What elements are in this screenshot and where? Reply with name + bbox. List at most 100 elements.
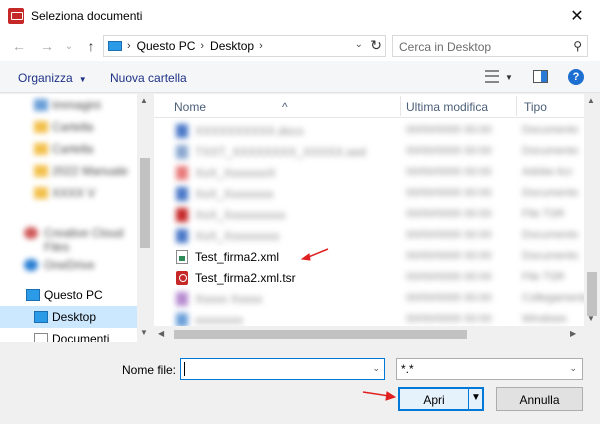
onedrive-icon bbox=[24, 259, 38, 271]
sort-ascending-icon: ^ bbox=[282, 100, 288, 114]
folder-icon bbox=[34, 187, 48, 199]
column-type[interactable]: Tipo bbox=[524, 100, 547, 114]
column-header: ^ Nome Ultima modifica Tipo bbox=[154, 94, 584, 118]
column-divider[interactable] bbox=[516, 96, 517, 116]
file-row-test-firma2-xml-tsr[interactable]: Test_firma2.xml.tsr 00/00/0000 00:00 Fil… bbox=[154, 267, 584, 288]
refresh-icon[interactable]: ↻ bbox=[370, 37, 382, 54]
scrollbar-thumb[interactable] bbox=[174, 330, 467, 339]
file-row[interactable]: XXXXXXXXXX.docx 00/00/0000 00:00 Documen… bbox=[154, 120, 584, 141]
scroll-up-icon[interactable]: ▲ bbox=[140, 96, 148, 105]
file-row[interactable]: XxX_XxxxxxxX 00/00/0000 00:00 Adobe Acr bbox=[154, 162, 584, 183]
preview-pane-icon[interactable] bbox=[533, 70, 548, 83]
scrollbar-thumb[interactable] bbox=[140, 158, 150, 248]
file-icon bbox=[176, 145, 188, 159]
back-arrow-icon[interactable]: ← bbox=[10, 37, 28, 55]
scroll-left-icon[interactable]: ◀ bbox=[158, 329, 164, 338]
chevron-down-icon[interactable]: ⌄ bbox=[372, 363, 380, 374]
file-row[interactable]: Xxxxx Xxxxx 00/00/0000 00:00 Collegament… bbox=[154, 288, 590, 309]
file-row[interactable]: XxX_Xxxxxxxxx 00/00/0000 00:00 Documento bbox=[154, 225, 584, 246]
split-divider bbox=[468, 389, 469, 409]
pdf-icon bbox=[176, 166, 188, 180]
word-document-icon bbox=[176, 124, 188, 138]
up-arrow-icon[interactable]: ↑ bbox=[82, 37, 100, 55]
search-input[interactable]: Cerca in Desktop ⚲ bbox=[392, 35, 588, 57]
filename-label: Nome file: bbox=[122, 363, 177, 377]
navigation-bar: ← → ⌄ ↑ › Questo PC › Desktop › ⌄ ↻ Cerc… bbox=[0, 31, 600, 61]
organize-menu[interactable]: Organizza ▼ bbox=[18, 71, 87, 85]
new-folder-button[interactable]: Nuova cartella bbox=[110, 71, 187, 85]
breadcrumb-separator[interactable]: › bbox=[259, 40, 263, 52]
sidebar-item-folder[interactable]: Cartella bbox=[0, 116, 137, 138]
file-row[interactable]: XxX_Xxxxxxxxxx 00/00/0000 00:00 File TSR bbox=[154, 204, 584, 225]
cancel-button[interactable]: Annulla bbox=[496, 387, 583, 411]
sidebar-item-creative-cloud[interactable]: Creative Cloud Files bbox=[0, 222, 137, 254]
dialog-footer: Nome file: ⌄ *.* ⌄ Apri ▼ Annulla bbox=[0, 342, 600, 424]
text-caret bbox=[184, 362, 185, 376]
forward-arrow-icon[interactable]: → bbox=[38, 37, 56, 55]
sidebar-item-desktop[interactable]: Desktop bbox=[0, 306, 137, 328]
scroll-right-icon[interactable]: ▶ bbox=[570, 329, 576, 338]
desktop-icon bbox=[34, 311, 48, 323]
cloud-icon bbox=[24, 227, 38, 239]
view-options-icon[interactable] bbox=[485, 70, 499, 83]
scroll-down-icon[interactable]: ▼ bbox=[140, 328, 148, 337]
sidebar-item-documenti[interactable]: Documenti bbox=[0, 328, 137, 342]
file-row-test-firma2-xml[interactable]: Test_firma2.xml 00/00/0000 00:00 Documen… bbox=[154, 246, 584, 267]
title-bar: Seleziona documenti ✕ bbox=[0, 0, 600, 31]
word-document-icon bbox=[176, 187, 188, 201]
column-divider[interactable] bbox=[400, 96, 401, 116]
folder-icon bbox=[34, 143, 48, 155]
breadcrumb-separator[interactable]: › bbox=[200, 40, 204, 52]
sidebar-item-folder[interactable]: 2022 Manuale bbox=[0, 160, 137, 182]
file-list-vertical-scrollbar[interactable]: ▲ ▼ bbox=[584, 94, 600, 326]
chevron-down-icon[interactable]: ⌄ bbox=[569, 363, 577, 374]
navigation-pane: Immagini Cartella Cartella 2022 Manuale … bbox=[0, 94, 153, 342]
file-icon bbox=[176, 313, 188, 327]
scrollbar-thumb[interactable] bbox=[587, 272, 597, 316]
scrollbar-corner bbox=[584, 326, 600, 342]
file-list-horizontal-scrollbar[interactable]: ◀ ▶ bbox=[154, 326, 584, 342]
chevron-down-icon: ▼ bbox=[78, 75, 87, 84]
scroll-down-icon[interactable]: ▼ bbox=[587, 314, 595, 323]
tsr-file-icon bbox=[176, 271, 188, 285]
breadcrumb-desktop[interactable]: Desktop bbox=[210, 39, 254, 53]
open-button[interactable]: Apri ▼ bbox=[398, 387, 484, 411]
computer-icon bbox=[26, 289, 40, 301]
help-icon[interactable]: ? bbox=[568, 69, 584, 85]
command-toolbar: Organizza ▼ Nuova cartella ▼ ? bbox=[0, 61, 600, 93]
recent-locations-icon[interactable]: ⌄ bbox=[60, 37, 78, 55]
chevron-down-icon[interactable]: ▼ bbox=[505, 73, 513, 82]
file-row[interactable]: TXXT_XXXXXXXX_XXXXX.sed 00/00/0000 00:00… bbox=[154, 141, 584, 162]
filename-input[interactable]: ⌄ bbox=[180, 358, 385, 380]
chevron-down-icon[interactable]: ⌄ bbox=[355, 39, 363, 50]
documents-icon bbox=[34, 333, 48, 342]
scroll-up-icon[interactable]: ▲ bbox=[587, 96, 595, 105]
close-button[interactable]: ✕ bbox=[554, 0, 600, 31]
app-icon bbox=[8, 7, 24, 24]
word-document-icon bbox=[176, 229, 188, 243]
filetype-select[interactable]: *.* ⌄ bbox=[396, 358, 583, 380]
column-modified[interactable]: Ultima modifica bbox=[406, 100, 488, 114]
file-row[interactable]: XxX_Xxxxxxxx 00/00/0000 00:00 Documento bbox=[154, 183, 584, 204]
folder-icon bbox=[34, 165, 48, 177]
sidebar-item-onedrive[interactable]: OneDrive bbox=[0, 254, 137, 276]
column-name[interactable]: Nome bbox=[174, 100, 206, 114]
sidebar-item-folder[interactable]: XXXX V bbox=[0, 182, 137, 204]
tsr-file-icon bbox=[176, 208, 188, 222]
open-button-label: Apri bbox=[423, 393, 445, 407]
sidebar-item-folder[interactable]: Cartella bbox=[0, 138, 137, 160]
sidebar-item-immagini[interactable]: Immagini bbox=[0, 94, 137, 116]
xml-file-icon bbox=[176, 250, 188, 264]
computer-icon bbox=[108, 41, 122, 51]
open-dropdown-icon[interactable]: ▼ bbox=[471, 392, 481, 403]
file-list: ^ Nome Ultima modifica Tipo XXXXXXXXXX.d… bbox=[154, 94, 600, 342]
search-icon[interactable]: ⚲ bbox=[573, 39, 582, 53]
shortcut-icon bbox=[176, 292, 188, 306]
pictures-icon bbox=[34, 99, 48, 111]
sidebar-scrollbar[interactable]: ▲ ▼ bbox=[137, 94, 153, 342]
sidebar-item-questo-pc[interactable]: Questo PC bbox=[0, 284, 137, 306]
folder-icon bbox=[34, 121, 48, 133]
address-bar[interactable]: › Questo PC › Desktop › ⌄ ↻ bbox=[103, 35, 386, 57]
breadcrumb-separator[interactable]: › bbox=[127, 40, 131, 52]
breadcrumb-questo-pc[interactable]: Questo PC bbox=[137, 39, 196, 53]
